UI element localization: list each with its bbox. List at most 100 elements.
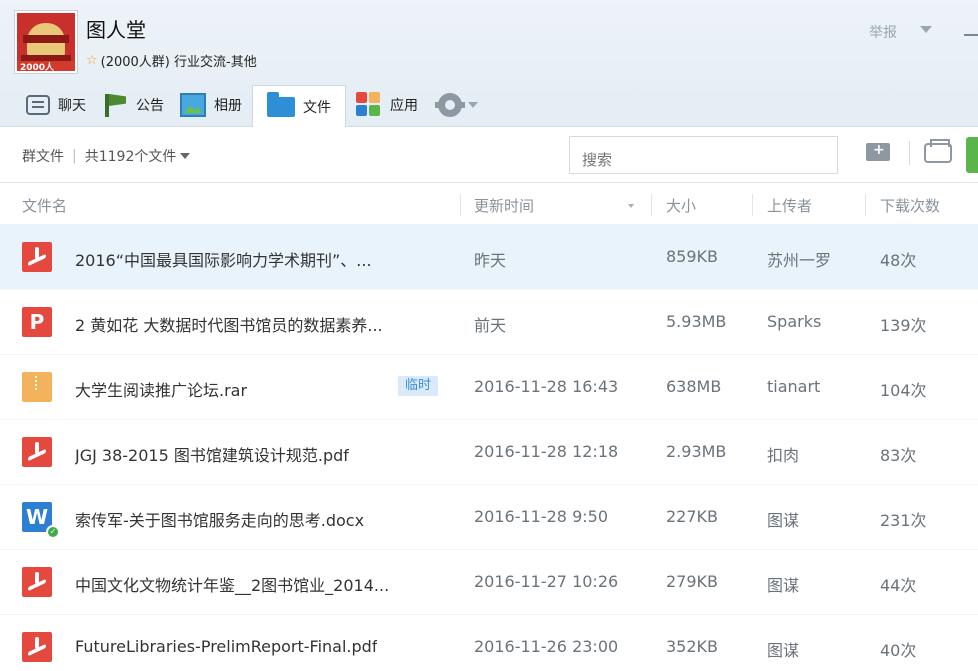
- group-member-info: (2000人群) 行业交流-其他: [100, 55, 257, 70]
- photo-icon: [180, 93, 206, 117]
- tab-apps[interactable]: 应用: [350, 85, 424, 125]
- file-downloads: 139次: [880, 316, 927, 335]
- file-time: 2016-11-27 10:26: [474, 572, 619, 591]
- group-header: 2000人 图人堂 ☆ (2000人群) 行业交流-其他 举报 聊天 公告 相册: [0, 0, 978, 128]
- tab-label: 应用: [390, 98, 418, 114]
- column-divider[interactable]: [752, 194, 753, 216]
- file-time: 昨天: [474, 251, 507, 270]
- file-uploader[interactable]: 扣肉: [767, 442, 799, 466]
- column-divider[interactable]: [651, 194, 652, 216]
- tab-announcements[interactable]: 公告: [96, 85, 170, 125]
- upload-button[interactable]: [966, 137, 978, 173]
- file-count-label: 共1192个文件: [84, 149, 177, 165]
- file-name[interactable]: JGJ 38-2015 图书馆建筑设计规范.pdf: [75, 442, 349, 466]
- file-name[interactable]: 2016“中国最具国际影响力学术期刊”、...: [75, 247, 372, 271]
- file-size: 279KB: [666, 572, 719, 591]
- file-time: 2016-11-28 12:18: [474, 442, 619, 461]
- file-time: 2016-11-26 23:00: [474, 637, 619, 656]
- tab-label: 公告: [136, 98, 164, 114]
- table-row[interactable]: 2016“中国最具国际影响力学术期刊”、... 昨天 859KB 苏州一罗 48…: [0, 225, 978, 290]
- separator: |: [72, 148, 77, 164]
- files-toolbar: 群文件 | 共1192个文件: [0, 127, 978, 183]
- file-time: 2016-11-28 16:43: [474, 377, 619, 396]
- column-header-downloads[interactable]: 下载次数: [880, 195, 940, 216]
- toolbar-divider: [909, 141, 910, 165]
- file-size: 638MB: [666, 377, 722, 396]
- table-header: 文件名 更新时间 大小 上传者 下载次数: [0, 184, 978, 225]
- column-header-time[interactable]: 更新时间: [474, 195, 534, 216]
- file-size: 352KB: [666, 637, 719, 656]
- tab-files[interactable]: 文件: [252, 84, 346, 128]
- column-header-name[interactable]: 文件名: [22, 195, 67, 216]
- flag-icon: [102, 93, 128, 117]
- group-name[interactable]: 图人堂: [86, 14, 146, 43]
- table-row[interactable]: 中国文化文物统计年鉴__2图书馆业_2014... 2016-11-27 10:…: [0, 550, 978, 615]
- pdf-file-icon: [22, 632, 52, 662]
- column-header-size[interactable]: 大小: [666, 195, 696, 216]
- column-header-uploader[interactable]: 上传者: [767, 195, 812, 216]
- file-downloads: 44次: [880, 576, 917, 595]
- file-uploader[interactable]: Sparks: [767, 312, 821, 331]
- group-files-link[interactable]: 群文件: [22, 146, 64, 166]
- file-name[interactable]: FutureLibraries-PrelimReport-Final.pdf: [75, 637, 377, 656]
- column-divider[interactable]: [865, 194, 866, 216]
- file-uploader[interactable]: 图谋: [767, 507, 799, 531]
- pdf-file-icon: [22, 567, 52, 597]
- file-name[interactable]: 中国文化文物统计年鉴__2图书馆业_2014...: [75, 572, 389, 596]
- file-uploader[interactable]: 苏州一罗: [767, 247, 831, 271]
- apps-icon: [356, 92, 382, 118]
- file-size: 859KB: [666, 247, 719, 266]
- file-uploader[interactable]: tianart: [767, 377, 820, 396]
- file-downloads: 104次: [880, 381, 927, 400]
- search-input[interactable]: [569, 136, 838, 174]
- chevron-down-icon: [468, 102, 478, 108]
- archive-file-icon: [22, 372, 52, 402]
- group-files-window: 2000人 图人堂 ☆ (2000人群) 行业交流-其他 举报 聊天 公告 相册: [0, 0, 978, 671]
- column-divider[interactable]: [460, 194, 461, 216]
- settings-menu[interactable]: [428, 93, 478, 117]
- logo-member-tag: 2000人: [17, 61, 75, 71]
- file-name[interactable]: 2 黄如花 大数据时代图书馆员的数据素养...: [75, 312, 383, 336]
- ppt-file-icon: P: [22, 307, 52, 337]
- chevron-down-icon: [180, 153, 191, 159]
- files-breadcrumb: 群文件 | 共1192个文件: [22, 146, 191, 166]
- file-uploader[interactable]: 图谋: [767, 637, 799, 661]
- file-size: 2.93MB: [666, 442, 727, 461]
- table-row[interactable]: W ✓ 索传军-关于图书馆服务走向的思考.docx 2016-11-28 9:5…: [0, 485, 978, 550]
- file-downloads: 48次: [880, 251, 917, 270]
- table-row[interactable]: FutureLibraries-PrelimReport-Final.pdf 2…: [0, 615, 978, 671]
- gear-icon: [435, 93, 465, 117]
- file-name[interactable]: 索传军-关于图书馆服务走向的思考.docx: [75, 507, 364, 531]
- pdf-file-icon: [22, 242, 52, 272]
- tab-chat[interactable]: 聊天: [20, 85, 92, 125]
- file-size: 227KB: [666, 507, 719, 526]
- tab-bar: 聊天 公告 相册 文件 应用: [20, 84, 478, 128]
- report-link[interactable]: 举报: [869, 22, 897, 42]
- new-folder-button[interactable]: [866, 142, 890, 161]
- file-name[interactable]: 大学生阅读推广论坛.rar: [75, 377, 247, 401]
- tab-label: 聊天: [58, 98, 86, 114]
- chat-icon: [26, 95, 50, 115]
- group-avatar[interactable]: 2000人: [15, 11, 77, 73]
- folder-icon: [267, 91, 295, 117]
- tab-label: 相册: [214, 98, 242, 114]
- print-icon[interactable]: [924, 139, 952, 163]
- file-uploader[interactable]: 图谋: [767, 572, 799, 596]
- check-icon: ✓: [46, 525, 60, 539]
- chevron-down-icon[interactable]: [920, 26, 932, 33]
- tab-label: 文件: [303, 99, 331, 116]
- table-row[interactable]: P 2 黄如花 大数据时代图书馆员的数据素养... 前天 5.93MB Spar…: [0, 290, 978, 355]
- file-time: 前天: [474, 316, 507, 335]
- tab-album[interactable]: 相册: [174, 85, 248, 125]
- star-icon: ☆: [86, 53, 98, 68]
- table-row[interactable]: JGJ 38-2015 图书馆建筑设计规范.pdf 2016-11-28 12:…: [0, 420, 978, 485]
- file-time: 2016-11-28 9:50: [474, 507, 608, 526]
- table-row[interactable]: 大学生阅读推广论坛.rar 临时 2016-11-28 16:43 638MB …: [0, 355, 978, 420]
- file-count-dropdown[interactable]: 共1192个文件: [85, 146, 191, 166]
- minimize-button[interactable]: [964, 34, 978, 36]
- file-list: 2016“中国最具国际影响力学术期刊”、... 昨天 859KB 苏州一罗 48…: [0, 225, 978, 671]
- temporary-badge: 临时: [398, 376, 438, 396]
- group-meta: ☆ (2000人群) 行业交流-其他: [86, 51, 257, 70]
- logo-roof: [23, 35, 69, 43]
- sort-arrow-icon[interactable]: [628, 204, 634, 208]
